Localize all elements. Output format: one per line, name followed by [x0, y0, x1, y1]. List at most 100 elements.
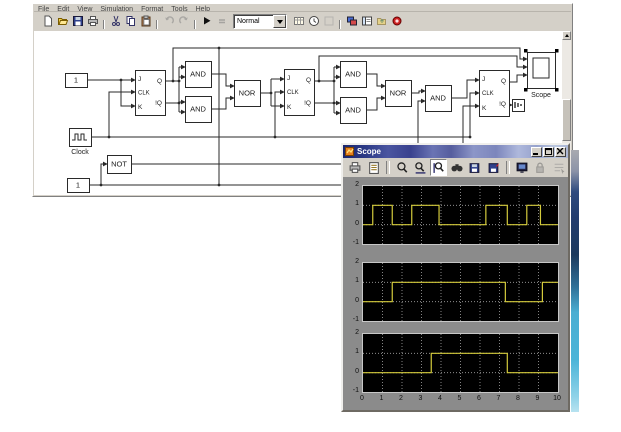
- save-axes-icon[interactable]: [467, 159, 483, 176]
- zoom-icon[interactable]: [394, 159, 410, 176]
- wire-junction: [332, 101, 336, 105]
- minimize-button[interactable]: [531, 146, 542, 157]
- block-terminator-1[interactable]: [512, 99, 525, 112]
- svg-text:J: J: [482, 76, 485, 83]
- y-tick-label: 0: [355, 219, 359, 227]
- y-tick-label: 2: [355, 329, 359, 336]
- x-tick-label: 0: [360, 395, 364, 402]
- print-icon[interactable]: [86, 14, 99, 27]
- restore-axes-icon[interactable]: [486, 159, 502, 176]
- wire-junction: [468, 135, 472, 139]
- svg-text:AND: AND: [190, 70, 206, 79]
- scope-plot-area: 2 1 0 -1 2 1 0 -1 2 1 0 -1 0 1 2 3 4 5 6 7 8 9 10: [343, 177, 568, 410]
- undo-icon[interactable]: [162, 14, 175, 27]
- save-icon[interactable]: [71, 14, 84, 27]
- block-jkff-1[interactable]: J CLK K Q !Q: [135, 70, 166, 116]
- block-and-1[interactable]: AND: [185, 61, 212, 88]
- block-not-1[interactable]: NOT: [107, 155, 132, 174]
- svg-text:CLK: CLK: [482, 91, 494, 97]
- cut-icon[interactable]: [109, 14, 122, 27]
- wire: [211, 73, 235, 89]
- library-browser-icon[interactable]: [345, 14, 358, 27]
- wire: [108, 89, 136, 137]
- wire: [509, 72, 528, 83]
- y-tick-label: -1: [352, 316, 359, 323]
- x-tick-label: 4: [438, 395, 442, 402]
- block-jkff-3[interactable]: J CLK K Q !Q: [479, 70, 510, 117]
- simulation-mode-dropdown[interactable]: Normal: [233, 14, 287, 29]
- autoscale-icon[interactable]: [449, 159, 465, 176]
- svg-text:CLK: CLK: [287, 90, 299, 96]
- stop-icon[interactable]: [215, 14, 228, 27]
- model-toolbar: Normal: [34, 12, 571, 32]
- wire: [469, 90, 480, 137]
- block-jkff-2[interactable]: J CLK K Q !Q: [284, 69, 315, 116]
- model-browser-icon[interactable]: [360, 14, 373, 27]
- parameters-icon[interactable]: [365, 159, 381, 176]
- scope-axes-3[interactable]: [362, 333, 559, 393]
- sim-time-icon[interactable]: [307, 14, 320, 27]
- x-tick-label: 9: [535, 395, 540, 402]
- zoom-y-icon[interactable]: [430, 159, 447, 176]
- block-clock[interactable]: Clock: [69, 128, 92, 157]
- svg-text:J: J: [287, 75, 290, 82]
- y-tick-label: 2: [355, 258, 359, 265]
- scope-axes-2[interactable]: [362, 262, 559, 322]
- play-icon[interactable]: [200, 14, 213, 27]
- block-scope-block[interactable]: Scope: [524, 49, 559, 99]
- svg-text:Scope: Scope: [531, 92, 551, 99]
- print-icon[interactable]: [347, 159, 363, 176]
- toolbar-separator: [339, 19, 341, 29]
- scope-titlebar[interactable]: Scope: [343, 145, 568, 158]
- scope-axes-1[interactable]: [362, 185, 559, 245]
- wire-junction: [99, 183, 103, 187]
- y-tick-label: 0: [355, 367, 359, 375]
- scroll-up-button[interactable]: [562, 31, 571, 40]
- svg-text:Clock: Clock: [71, 149, 89, 156]
- wire-junction: [107, 135, 111, 139]
- y-tick-label: -1: [352, 239, 359, 246]
- x-tick-label: 3: [418, 395, 423, 402]
- svg-text:J: J: [138, 76, 141, 83]
- copy-icon[interactable]: [124, 14, 137, 27]
- up-level-icon[interactable]: [375, 14, 388, 27]
- redo-icon[interactable]: [177, 14, 190, 27]
- selection-handle[interactable]: [524, 88, 528, 92]
- select-signal-icon[interactable]: [551, 159, 567, 176]
- paste-icon[interactable]: [139, 14, 152, 27]
- update-diagram-icon[interactable]: [292, 14, 305, 27]
- x-tick-label: 6: [477, 395, 481, 402]
- wire-junction: [273, 135, 277, 139]
- selection-handle[interactable]: [555, 88, 559, 92]
- close-button[interactable]: [555, 146, 566, 157]
- open-icon[interactable]: [56, 14, 69, 27]
- lock-axes-icon[interactable]: [532, 159, 548, 176]
- wire-junction: [317, 79, 321, 83]
- maximize-button[interactable]: [543, 146, 554, 157]
- selection-handle[interactable]: [524, 49, 528, 53]
- svg-text:!Q: !Q: [155, 100, 162, 107]
- debug-target-icon[interactable]: [390, 14, 403, 27]
- blank-icon[interactable]: [322, 14, 335, 27]
- svg-text:1: 1: [74, 76, 78, 85]
- block-constant-2[interactable]: 1: [67, 178, 90, 193]
- block-constant-1[interactable]: 1: [65, 73, 88, 88]
- block-and-4[interactable]: AND: [340, 97, 367, 124]
- dropdown-arrow-icon[interactable]: [273, 15, 286, 28]
- wire-junction: [217, 46, 221, 50]
- block-nor-1[interactable]: NOR: [234, 80, 261, 107]
- block-and-2[interactable]: AND: [185, 96, 212, 123]
- wire: [451, 77, 480, 99]
- scope-window-title: Scope: [357, 147, 382, 156]
- scope-trace-1: [363, 204, 558, 226]
- scroll-thumb[interactable]: [562, 99, 571, 141]
- y-tick-label: 1: [355, 200, 359, 208]
- new-file-icon[interactable]: [41, 14, 54, 27]
- toolbar-separator: [194, 19, 196, 29]
- floating-scope-icon[interactable]: [514, 159, 530, 176]
- block-and-3[interactable]: AND: [340, 61, 367, 88]
- block-nor-2[interactable]: NOR: [385, 80, 412, 107]
- zoom-x-icon[interactable]: [412, 159, 428, 176]
- selection-handle[interactable]: [555, 49, 559, 53]
- block-and-5[interactable]: AND: [425, 85, 452, 112]
